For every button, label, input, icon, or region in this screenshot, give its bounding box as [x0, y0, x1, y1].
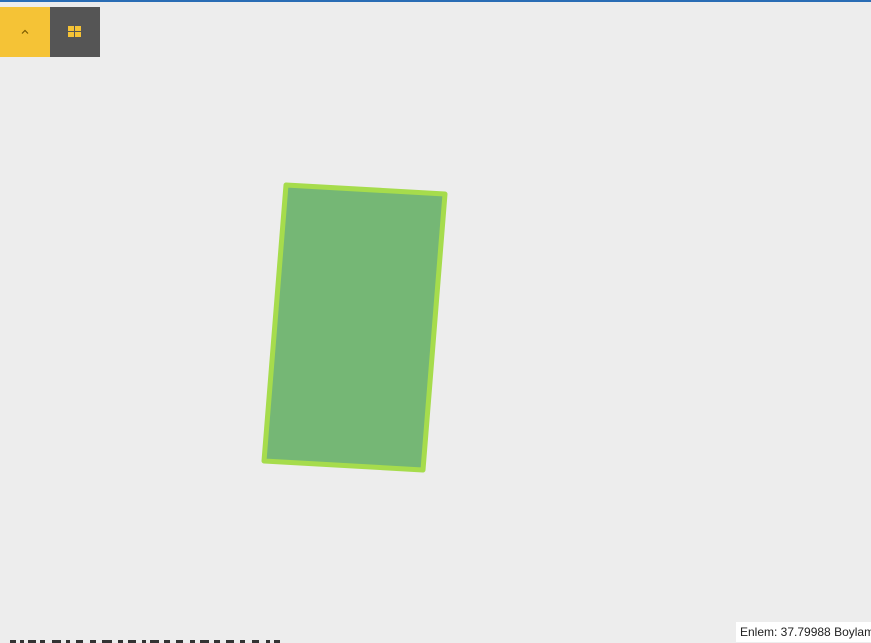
- clipped-attribution-text: [10, 640, 280, 643]
- grid-layers-icon: [68, 26, 81, 37]
- chevron-up-icon: [21, 29, 29, 34]
- collapse-toolbar-button[interactable]: [0, 7, 50, 57]
- parcel-polygon[interactable]: [261, 182, 448, 473]
- layers-button[interactable]: [50, 7, 100, 57]
- coordinate-readout: Enlem: 37.79988 Boylam: [736, 622, 871, 642]
- map-toolbar: [0, 7, 100, 57]
- map-layer[interactable]: [0, 0, 871, 643]
- map-viewport[interactable]: Enlem: 37.79988 Boylam: [0, 0, 871, 643]
